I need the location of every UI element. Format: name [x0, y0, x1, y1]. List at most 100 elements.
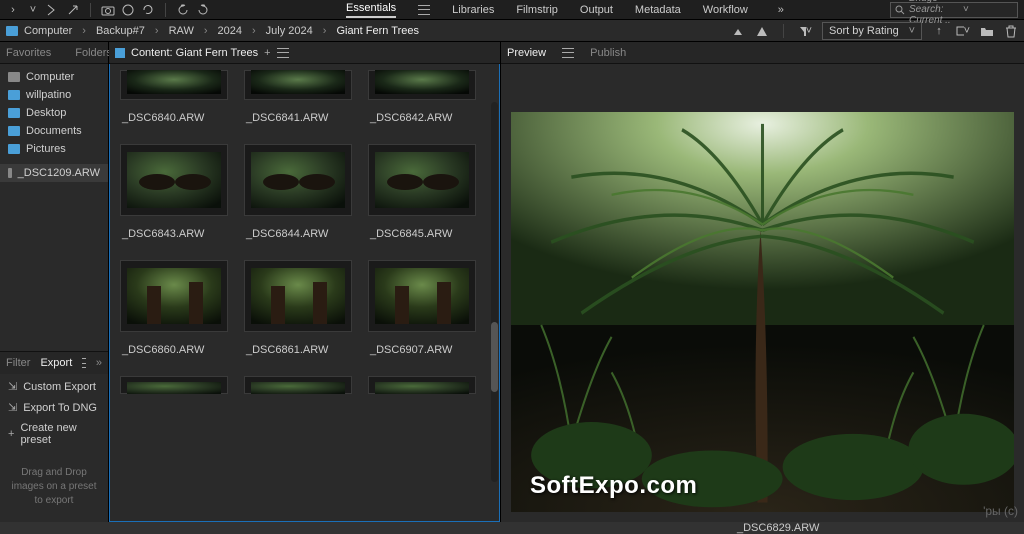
- thumbnail[interactable]: _DSC6844.ARW: [244, 144, 352, 252]
- tab-favorites[interactable]: Favorites: [6, 47, 51, 59]
- new-folder-icon[interactable]: [980, 24, 994, 38]
- breadcrumb-item-3[interactable]: 2024: [218, 25, 242, 37]
- thumbnail-caption: _DSC6860.ARW: [120, 332, 228, 368]
- sort-asc-icon[interactable]: ↑: [932, 24, 946, 38]
- trash-icon[interactable]: [1004, 24, 1018, 38]
- filter-funnel-icon[interactable]: ˅: [798, 24, 812, 38]
- thumbnail-caption: _DSC6844.ARW: [244, 216, 352, 252]
- breadcrumb-item-5[interactable]: Giant Fern Trees: [336, 25, 419, 37]
- thumbnail[interactable]: [368, 376, 476, 394]
- folder-pictures[interactable]: Pictures: [0, 140, 108, 158]
- thumbnail-caption: _DSC6841.ARW: [244, 100, 352, 136]
- tab-workflow[interactable]: Workflow: [703, 4, 748, 16]
- add-tab-icon[interactable]: +: [264, 47, 270, 59]
- plus-icon: +: [8, 428, 14, 440]
- thumbnail-caption: _DSC6842.ARW: [368, 100, 476, 136]
- thumb-small-icon[interactable]: [731, 24, 745, 38]
- camera-icon[interactable]: [101, 3, 115, 17]
- file-icon: [8, 168, 12, 178]
- boomerang-icon[interactable]: [46, 3, 60, 17]
- thumbnail-caption: _DSC6843.ARW: [120, 216, 228, 252]
- tab-folders[interactable]: Folders: [75, 47, 112, 59]
- export-drag-hint: Drag and Drop images on a preset to expo…: [0, 452, 108, 522]
- nav-forward-icon[interactable]: ›: [6, 3, 20, 17]
- thumbnail[interactable]: _DSC6907.ARW: [368, 260, 476, 368]
- preview-panel: Preview Publish: [500, 42, 1024, 522]
- breadcrumb-item-0[interactable]: Computer: [24, 25, 72, 37]
- titlebar: › ˅ Essentials Libraries Filmstrip Outpu…: [0, 0, 1024, 20]
- export-panel: Filter Export » ⇲Custom Export ⇲Export T…: [0, 351, 108, 522]
- left-sidebar: Favorites Folders » Computer willpatino …: [0, 42, 109, 522]
- thumb-large-icon[interactable]: [755, 24, 769, 38]
- workspace-tabs: Essentials Libraries Filmstrip Output Me…: [346, 0, 748, 19]
- thumbnail-grid[interactable]: _DSC6840.ARW _DSC6841.ARW _DSC6842.ARW _…: [109, 64, 500, 522]
- folder-willpatino[interactable]: willpatino: [0, 86, 108, 104]
- content-panel: Content: Giant Fern Trees + _DSC6840.ARW…: [109, 42, 500, 522]
- folder-documents[interactable]: Documents: [0, 122, 108, 140]
- export-custom[interactable]: ⇲Custom Export: [0, 376, 108, 397]
- folder-list: Computer willpatino Desktop Documents Pi…: [0, 64, 108, 351]
- thumbnail[interactable]: _DSC6842.ARW: [368, 70, 476, 136]
- open-recent-icon[interactable]: ˅: [956, 24, 970, 38]
- tab-essentials[interactable]: Essentials: [346, 2, 396, 18]
- breadcrumb-bar: Computer › Backup#7 › RAW › 2024 › July …: [0, 20, 1024, 42]
- scrollbar-handle[interactable]: [491, 322, 498, 392]
- thumbnail[interactable]: _DSC6840.ARW: [120, 70, 228, 136]
- tab-export[interactable]: Export: [40, 357, 72, 369]
- tab-preview[interactable]: Preview: [507, 47, 546, 59]
- content-header-label: Content: Giant Fern Trees: [131, 47, 258, 59]
- preview-menu-icon[interactable]: [562, 48, 574, 58]
- thumbnail[interactable]: _DSC6843.ARW: [120, 144, 228, 252]
- preview-filename: _DSC6829.ARW: [511, 512, 1014, 534]
- thumbnail[interactable]: _DSC6860.ARW: [120, 260, 228, 368]
- tab-essentials-menu-icon[interactable]: [418, 5, 430, 15]
- thumbnail[interactable]: _DSC6845.ARW: [368, 144, 476, 252]
- preview-body: _DSC6829.ARW: [501, 64, 1024, 522]
- breadcrumb-item-2[interactable]: RAW: [169, 25, 194, 37]
- export-new-preset[interactable]: +Create new preset: [0, 418, 108, 450]
- rotate-ccw-icon[interactable]: [176, 3, 190, 17]
- favorites-folders-tabs: Favorites Folders »: [0, 42, 108, 64]
- breadcrumb-item-1[interactable]: Backup#7: [96, 25, 145, 37]
- nav-dropdown-icon[interactable]: ˅: [26, 3, 40, 17]
- folder-icon: [8, 108, 20, 118]
- export-dng[interactable]: ⇲Export To DNG: [0, 397, 108, 418]
- sort-label: Sort by Rating: [829, 25, 899, 37]
- thumbnail[interactable]: [120, 376, 228, 394]
- aperture-icon[interactable]: [121, 3, 135, 17]
- overflow-icon[interactable]: »: [96, 357, 102, 369]
- thumbnail[interactable]: [244, 376, 352, 394]
- content-scrollbar[interactable]: [491, 102, 498, 482]
- search-input[interactable]: Bridge Search: Current .. ˅: [890, 2, 1018, 18]
- tab-metadata[interactable]: Metadata: [635, 4, 681, 16]
- reveal-icon[interactable]: [66, 3, 80, 17]
- thumbnail[interactable]: _DSC6861.ARW: [244, 260, 352, 368]
- rotate-cw-icon[interactable]: [196, 3, 210, 17]
- breadcrumb-sep: ›: [82, 25, 86, 37]
- thumbnail[interactable]: _DSC6841.ARW: [244, 70, 352, 136]
- overflow-icon[interactable]: »: [774, 3, 788, 17]
- tab-filmstrip[interactable]: Filmstrip: [516, 4, 558, 16]
- tab-publish[interactable]: Publish: [590, 47, 626, 59]
- preview-image[interactable]: [511, 112, 1014, 512]
- search-icon: [895, 5, 905, 15]
- thumbnail-caption: _DSC6845.ARW: [368, 216, 476, 252]
- thumbnail-caption: _DSC6861.ARW: [244, 332, 352, 368]
- sort-select[interactable]: Sort by Rating ˅: [822, 22, 922, 40]
- chevron-down-icon: ˅: [909, 25, 915, 37]
- folder-computer[interactable]: Computer: [0, 68, 108, 86]
- content-menu-icon[interactable]: [277, 48, 289, 58]
- arrow-icon: ⇲: [8, 401, 17, 414]
- tab-output[interactable]: Output: [580, 4, 613, 16]
- refresh-cycle-icon[interactable]: [141, 3, 155, 17]
- chevron-down-icon[interactable]: ˅: [963, 4, 1013, 15]
- breadcrumb-item-4[interactable]: July 2024: [266, 25, 313, 37]
- file-item[interactable]: _DSC1209.ARW: [0, 164, 108, 182]
- export-menu-icon[interactable]: [82, 358, 86, 368]
- tab-libraries[interactable]: Libraries: [452, 4, 494, 16]
- folder-desktop[interactable]: Desktop: [0, 104, 108, 122]
- tab-filter[interactable]: Filter: [6, 357, 30, 369]
- folder-icon: [8, 144, 20, 154]
- thumbnail-caption: _DSC6907.ARW: [368, 332, 476, 368]
- computer-icon: [8, 72, 20, 82]
